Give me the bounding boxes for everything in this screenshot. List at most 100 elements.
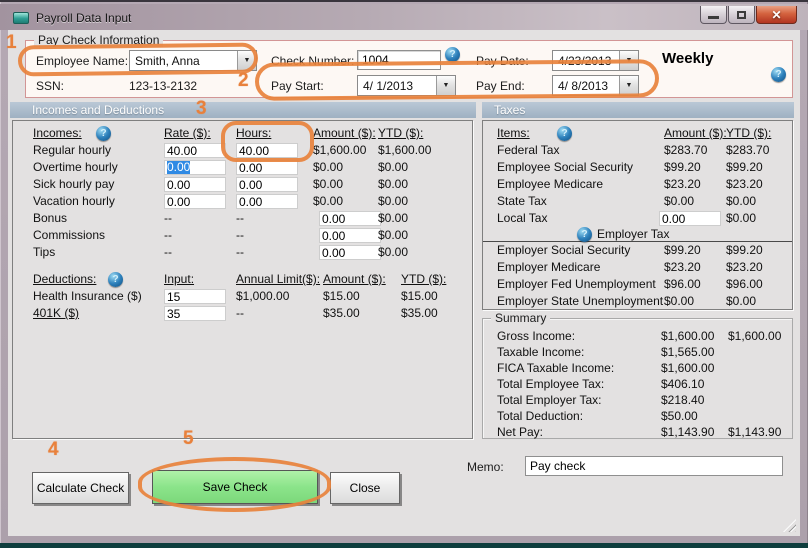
amount-input[interactable] <box>319 245 381 260</box>
summary-label: Total Deduction: <box>497 409 584 423</box>
rate-input[interactable] <box>164 194 226 209</box>
tax-label: Employer Fed Unemployment <box>497 277 656 291</box>
close-dialog-button[interactable]: Close <box>330 472 400 504</box>
tax-amount: $23.20 <box>664 177 701 191</box>
tax-amount: $99.20 <box>664 243 701 257</box>
pay-date-label: Pay Date: <box>476 54 529 68</box>
rate-input[interactable]: 0.00 <box>164 160 226 175</box>
annotation-number-3: 3 <box>196 98 207 119</box>
local-tax-input[interactable] <box>659 211 721 226</box>
hours-na: -- <box>236 211 244 225</box>
tax-label: State Tax <box>497 194 547 208</box>
summary-value: $218.40 <box>661 393 705 407</box>
input-header: Input: <box>164 272 195 286</box>
paycheck-info-legend: Pay Check Information <box>34 33 164 47</box>
deduction-row: 401K ($) -- $35.00 $35.00 <box>13 305 472 322</box>
hours-input[interactable] <box>236 194 298 209</box>
pay-end-value: 4/ 8/2013 <box>558 78 609 93</box>
close-button[interactable]: ✕ <box>756 6 797 24</box>
title-bar[interactable]: Payroll Data Input ✕ <box>0 4 808 30</box>
income-row: Vacation hourly $0.00 $0.00 <box>13 193 472 210</box>
tax-row: Employer Social Security $99.20 $99.20 <box>483 242 792 259</box>
taxes-panel: Items: ? Amount ($): YTD ($): Federal Ta… <box>482 120 793 310</box>
tax-amount: $0.00 <box>664 294 695 308</box>
summary-row: Total Employer Tax: $218.40 <box>483 392 792 408</box>
help-icon[interactable]: ? <box>577 227 592 242</box>
summary-row: Total Employee Tax: $406.10 <box>483 376 792 392</box>
hours-input[interactable] <box>236 143 298 158</box>
ytd-value: $1,600.00 <box>378 143 432 157</box>
rate-header: Rate ($): <box>164 126 211 140</box>
employee-name-label: Employee Name: <box>36 54 129 68</box>
income-label: Commissions <box>33 228 106 242</box>
ytd-value: $0.00 <box>378 211 409 225</box>
hours-header: Hours: <box>236 126 272 140</box>
income-row: Bonus -- -- $0.00 <box>13 210 472 227</box>
summary-ytd: $1,600.00 <box>728 329 782 343</box>
summary-groupbox: Summary Gross Income: $1,600.00 $1,600.0… <box>482 311 793 439</box>
ytd-value: $0.00 <box>378 160 409 174</box>
summary-label: Total Employee Tax: <box>497 377 605 391</box>
amount-value: $0.00 <box>313 194 344 208</box>
ssn-label: SSN: <box>36 79 65 93</box>
annotation-number-1: 1 <box>6 32 17 53</box>
summary-value: $406.10 <box>661 377 705 391</box>
help-icon[interactable]: ? <box>771 67 786 82</box>
tax-ytd: $0.00 <box>726 194 757 208</box>
check-number-input[interactable] <box>357 50 441 70</box>
summary-label: Net Pay: <box>497 425 544 439</box>
pay-date-select[interactable]: 4/23/2013 ▼ <box>552 50 639 71</box>
pay-start-select[interactable]: 4/ 1/2013 ▼ <box>357 75 456 96</box>
pay-date-value: 4/23/2013 <box>558 53 612 68</box>
employee-name-value: Smith, Anna <box>135 53 200 68</box>
help-icon[interactable]: ? <box>557 126 572 141</box>
tax-ytd: $23.20 <box>726 260 763 274</box>
dropdown-arrow-icon[interactable]: ▼ <box>619 76 638 95</box>
dropdown-arrow-icon[interactable]: ▼ <box>237 51 256 70</box>
app-icon <box>13 12 29 24</box>
deduction-input[interactable] <box>164 306 226 321</box>
deductions-header-row: Deductions: ? Input: Annual Limit($): Am… <box>13 271 472 288</box>
dropdown-arrow-icon[interactable]: ▼ <box>619 51 638 70</box>
hours-input[interactable] <box>236 177 298 192</box>
resize-grip[interactable] <box>783 519 796 532</box>
paycheck-info-groupbox: Pay Check Information Employee Name: Smi… <box>25 33 793 98</box>
amount-value: $0.00 <box>313 160 344 174</box>
amount-input[interactable] <box>319 228 381 243</box>
annual-limit-header: Annual Limit($): <box>236 272 321 286</box>
pay-end-select[interactable]: 4/ 8/2013 ▼ <box>552 75 639 96</box>
help-icon[interactable]: ? <box>445 47 460 62</box>
incomes-header-row: Incomes: ? Rate ($): Hours: Amount ($): … <box>13 125 472 142</box>
tax-label: Employer Medicare <box>497 260 601 274</box>
tax-row: Employee Medicare $23.20 $23.20 <box>483 176 792 193</box>
rate-input[interactable] <box>164 177 226 192</box>
help-icon[interactable]: ? <box>96 126 111 141</box>
incomes-panel: Incomes: ? Rate ($): Hours: Amount ($): … <box>12 120 473 439</box>
income-label: Bonus <box>33 211 68 225</box>
maximize-icon <box>737 10 746 19</box>
taxes-section-header: Taxes <box>482 102 794 118</box>
dropdown-arrow-glyph: ▼ <box>243 57 251 64</box>
pay-frequency-label: Weekly <box>662 50 714 67</box>
ssn-value: 123-13-2132 <box>129 79 198 93</box>
calculate-check-button[interactable]: Calculate Check <box>32 472 129 504</box>
maximize-button[interactable] <box>728 6 755 24</box>
minimize-button[interactable] <box>700 6 727 24</box>
check-number-label: Check Number: <box>271 54 355 68</box>
dropdown-arrow-icon[interactable]: ▼ <box>436 76 455 95</box>
annual-limit-value: $1,000.00 <box>236 289 290 303</box>
amount-input[interactable] <box>319 211 381 226</box>
save-check-button[interactable]: Save Check <box>152 470 318 504</box>
deduction-label: Health Insurance ($) <box>33 289 142 303</box>
employee-name-select[interactable]: Smith, Anna ▼ <box>129 50 257 71</box>
hours-input[interactable] <box>236 160 298 175</box>
rate-input[interactable] <box>164 143 226 158</box>
memo-input[interactable] <box>525 456 783 476</box>
income-row: Tips -- -- $0.00 <box>13 244 472 261</box>
income-row: Sick hourly pay $0.00 $0.00 <box>13 176 472 193</box>
summary-label: Taxable Income: <box>497 345 585 359</box>
summary-row: Total Deduction: $50.00 <box>483 408 792 424</box>
help-icon[interactable]: ? <box>108 272 123 287</box>
deduction-input[interactable] <box>164 289 226 304</box>
deduction-401k-link[interactable]: 401K ($) <box>33 305 79 322</box>
